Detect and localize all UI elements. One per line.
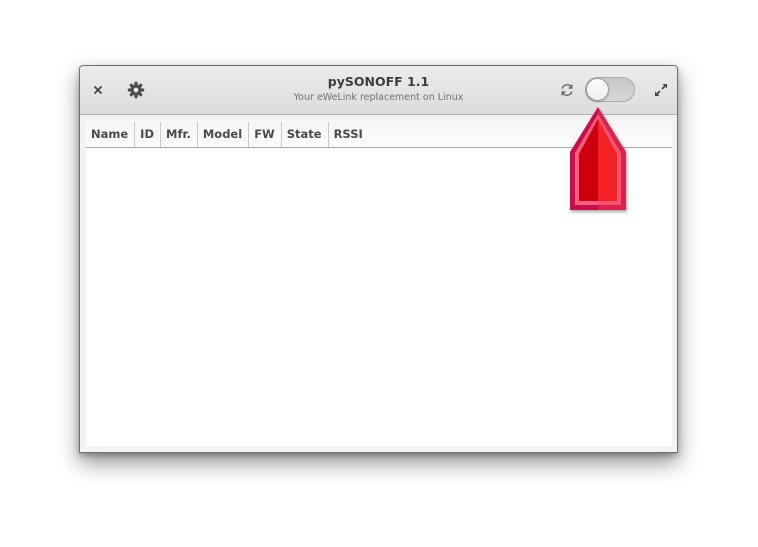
close-icon: [94, 86, 102, 94]
expand-button[interactable]: [649, 78, 673, 102]
settings-button[interactable]: [124, 78, 148, 102]
toggle-switch[interactable]: [585, 77, 635, 102]
toggle-switch-knob[interactable]: [586, 78, 609, 101]
column-header-name[interactable]: Name: [86, 122, 136, 147]
expand-icon: [654, 83, 668, 97]
column-header-fw[interactable]: FW: [249, 122, 282, 147]
refresh-button[interactable]: [555, 78, 579, 102]
column-header-rssi[interactable]: RSSI: [329, 122, 369, 147]
window-subtitle: Your eWeLink replacement on Linux: [293, 92, 464, 103]
table-header: Name ID Mfr. Model FW State RSSI: [86, 122, 672, 148]
column-header-state[interactable]: State: [282, 122, 329, 147]
app-window: pySONOFF 1.1 Your eWeLink replacement on…: [79, 65, 678, 453]
column-header-mfr[interactable]: Mfr.: [161, 122, 198, 147]
device-table: Name ID Mfr. Model FW State RSSI: [86, 121, 672, 446]
close-button[interactable]: [86, 78, 110, 102]
gear-icon: [127, 81, 145, 99]
header-bar: pySONOFF 1.1 Your eWeLink replacement on…: [80, 66, 677, 115]
column-header-model[interactable]: Model: [198, 122, 250, 147]
window-title: pySONOFF 1.1: [327, 74, 430, 89]
column-header-id[interactable]: ID: [135, 122, 161, 147]
title-block: pySONOFF 1.1 Your eWeLink replacement on…: [230, 74, 527, 105]
refresh-icon: [561, 84, 573, 96]
